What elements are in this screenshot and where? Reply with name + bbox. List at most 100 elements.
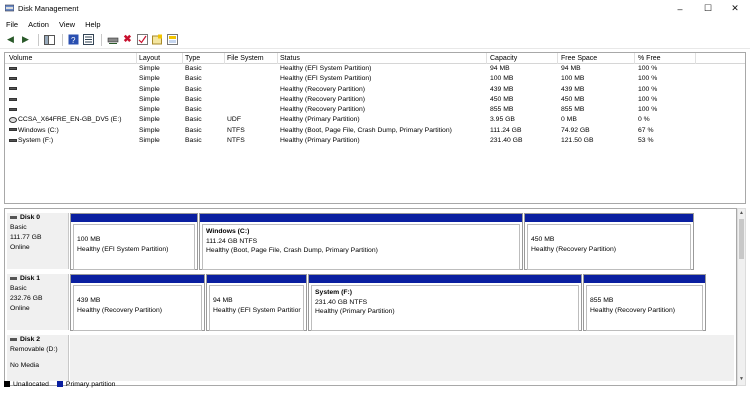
cell-layout: Simple: [139, 126, 160, 134]
primary-partition-bar: [584, 275, 705, 283]
primary-partition-bar: [309, 275, 581, 283]
column-divider[interactable]: [136, 53, 137, 64]
empty-disk-area[interactable]: [70, 335, 734, 381]
table-row[interactable]: Simple Basic Healthy (Recovery Partition…: [5, 95, 745, 105]
legend-label: Unallocated: [13, 380, 49, 388]
cell-free-space: 0 MB: [561, 116, 577, 124]
menu-view[interactable]: View: [59, 20, 75, 29]
title-bar: Disk Management – ☐ ✕: [0, 0, 750, 17]
back-arrow-icon[interactable]: ◀: [4, 33, 17, 46]
forward-arrow-icon[interactable]: ▶: [19, 33, 32, 46]
primary-partition-swatch: [56, 381, 63, 387]
column-divider[interactable]: [182, 53, 183, 64]
partition-status: Healthy (Primary Partition): [315, 308, 395, 315]
partition[interactable]: 94 MB Healthy (EFI System Partitior: [206, 274, 307, 331]
scroll-up-icon[interactable]: ▲: [738, 210, 745, 218]
primary-partition-bar: [200, 214, 522, 222]
checklist-icon[interactable]: [136, 33, 149, 46]
help-icon[interactable]: ?: [67, 33, 80, 46]
column-divider[interactable]: [277, 53, 278, 64]
console-tree-icon[interactable]: [43, 33, 56, 46]
disk-1-label[interactable]: Disk 1 Basic 232.76 GB Online: [7, 274, 69, 330]
column-header-file-system[interactable]: File System: [227, 55, 264, 62]
cell-free-space: 94 MB: [561, 65, 581, 72]
delete-icon[interactable]: ✖: [121, 33, 134, 46]
cell-capacity: 439 MB: [490, 85, 514, 93]
minimize-button[interactable]: –: [665, 0, 695, 17]
scrollbar-thumb[interactable]: [739, 219, 744, 259]
cell-free-space: 450 MB: [561, 95, 585, 103]
volume-list: Volume Layout Type File System Status Ca…: [4, 52, 746, 204]
column-divider[interactable]: [634, 53, 635, 64]
partition-status: Healthy (Recovery Partition): [77, 306, 162, 314]
cell-type: Basic: [185, 137, 202, 145]
scroll-down-icon[interactable]: ▼: [738, 376, 745, 384]
table-row[interactable]: CCSA_X64FRE_EN-GB_DV5 (E:) Simple Basic …: [5, 115, 745, 125]
cell-type: Basic: [185, 126, 202, 134]
column-divider[interactable]: [486, 53, 487, 64]
cell-status: Healthy (EFI System Partition): [280, 75, 372, 83]
column-divider[interactable]: [557, 53, 558, 64]
connect-drive-icon[interactable]: [106, 33, 119, 46]
partition[interactable]: System (F:) 231.40 GB NTFS Healthy (Prim…: [308, 274, 582, 331]
table-row[interactable]: Windows (C:) Simple Basic NTFS Healthy (…: [5, 126, 745, 136]
svg-text:?: ?: [71, 36, 76, 45]
partition[interactable]: 450 MB Healthy (Recovery Partition): [524, 213, 694, 270]
close-button[interactable]: ✕: [720, 0, 750, 17]
cell-percent-free: 53 %: [638, 137, 654, 145]
column-header-volume[interactable]: Volume: [9, 55, 32, 62]
toolbar-divider: [62, 33, 63, 46]
disk-0-label[interactable]: Disk 0 Basic 111.77 GB Online: [7, 213, 69, 269]
drive-icon: [9, 128, 17, 132]
cell-layout: Simple: [139, 106, 160, 114]
partition[interactable]: 855 MB Healthy (Recovery Partition): [583, 274, 706, 331]
column-header-percent-free[interactable]: % Free: [638, 55, 661, 62]
hard-disk-icon: [10, 276, 17, 280]
maximize-button[interactable]: ☐: [693, 0, 723, 17]
cell-type: Basic: [185, 106, 202, 114]
properties-icon[interactable]: [82, 33, 95, 46]
disk-state: Online: [10, 305, 30, 312]
disk-state: Online: [10, 244, 30, 251]
vertical-scrollbar[interactable]: ▲ ▼: [737, 208, 746, 386]
rescan-icon[interactable]: [166, 33, 179, 46]
new-volume-icon[interactable]: [151, 33, 164, 46]
partition-size: 439 MB: [77, 297, 101, 304]
menu-help[interactable]: Help: [85, 20, 100, 29]
table-row[interactable]: Simple Basic Healthy (Recovery Partition…: [5, 105, 745, 115]
partition[interactable]: 100 MB Healthy (EFI System Partition): [70, 213, 198, 270]
unallocated-swatch: [4, 381, 10, 387]
table-row[interactable]: Simple Basic Healthy (EFI System Partiti…: [5, 64, 745, 74]
table-row[interactable]: Simple Basic Healthy (Recovery Partition…: [5, 85, 745, 95]
drive-icon: [9, 107, 17, 111]
drive-icon: [9, 138, 17, 142]
table-row[interactable]: Simple Basic Healthy (EFI System Partiti…: [5, 74, 745, 84]
column-divider[interactable]: [224, 53, 225, 64]
partition-size: 94 MB: [213, 297, 233, 304]
column-divider[interactable]: [695, 53, 696, 64]
disk-2-label[interactable]: Disk 2 Removable (D:) No Media: [7, 335, 69, 381]
column-header-type[interactable]: Type: [185, 55, 200, 62]
menu-file[interactable]: File: [6, 20, 18, 29]
column-header-status[interactable]: Status: [280, 55, 300, 62]
primary-partition-bar: [71, 275, 204, 283]
column-header-free-space[interactable]: Free Space: [561, 55, 597, 62]
cell-type: Basic: [185, 116, 202, 124]
table-row[interactable]: System (F:) Simple Basic NTFS Healthy (P…: [5, 136, 745, 146]
column-header-layout[interactable]: Layout: [139, 55, 160, 62]
cell-layout: Simple: [139, 116, 160, 124]
column-header-capacity[interactable]: Capacity: [490, 55, 517, 62]
cell-capacity: 94 MB: [490, 65, 510, 72]
toolbar-divider: [101, 33, 102, 46]
partition[interactable]: 439 MB Healthy (Recovery Partition): [70, 274, 205, 331]
cell-status: Healthy (Recovery Partition): [280, 85, 365, 93]
dvd-drive-icon: [9, 116, 17, 123]
disk-map: Disk 0 Basic 111.77 GB Online 100 MB Hea…: [4, 208, 737, 386]
cell-status: Healthy (Primary Partition): [280, 137, 360, 145]
cell-percent-free: 100 %: [638, 65, 658, 72]
disk-kind: Basic: [10, 285, 27, 292]
menu-action[interactable]: Action: [28, 20, 49, 29]
cell-capacity: 3.95 GB: [490, 116, 515, 124]
partition[interactable]: Windows (C:) 111.24 GB NTFS Healthy (Boo…: [199, 213, 523, 270]
disk-name: Disk 2: [20, 336, 41, 343]
